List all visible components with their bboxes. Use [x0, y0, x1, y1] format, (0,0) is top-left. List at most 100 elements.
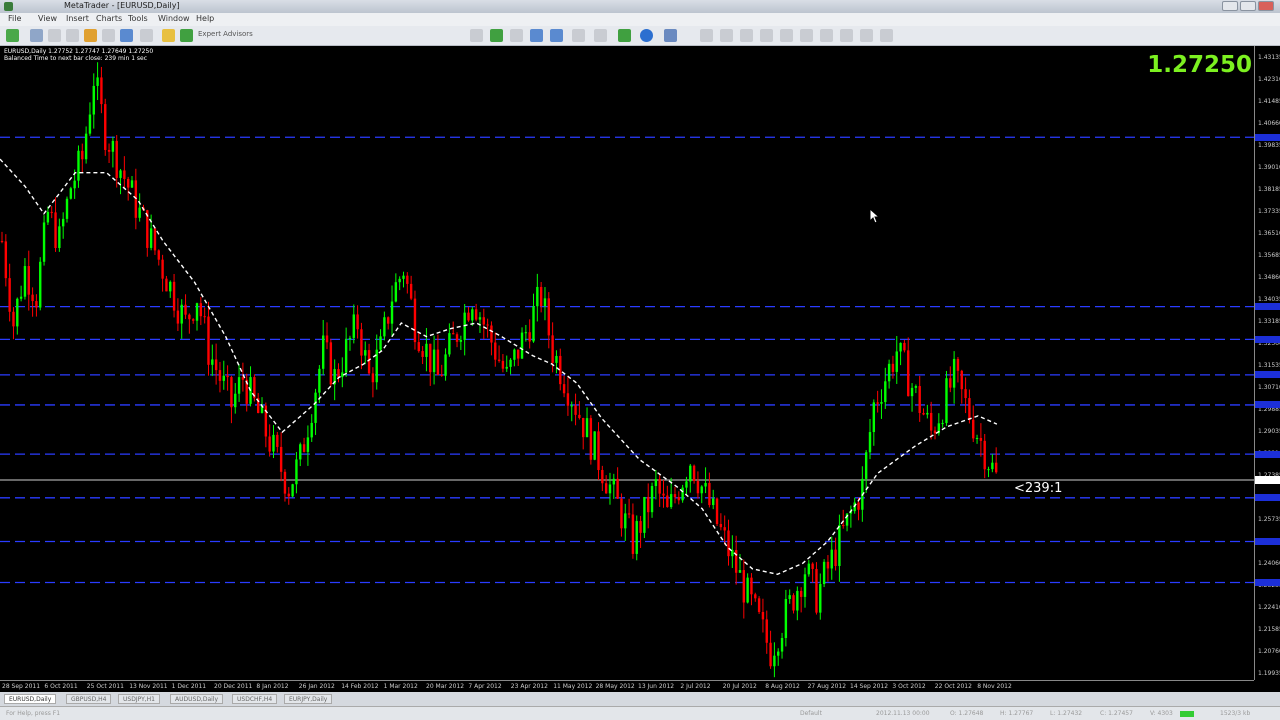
candle-body	[979, 437, 983, 441]
title-bar: MetaTrader - [EURUSD,Daily]	[0, 0, 1280, 13]
new-order-icon[interactable]	[140, 29, 153, 42]
time-scale[interactable]: 28 Sep 2011 6 Oct 2011 25 Oct 2011 13 Nov 2…	[0, 680, 1254, 692]
tab-eurusd-daily[interactable]: EURUSD,Daily	[4, 694, 57, 704]
crosshair-icon[interactable]	[720, 29, 733, 42]
time-label: 1 Mar 2012	[383, 683, 418, 690]
tab-eurjpy-daily[interactable]: EURJPY,Daily	[284, 694, 333, 704]
candle-body	[715, 498, 719, 524]
candle-body	[329, 342, 333, 385]
price-label: 1.41485	[1258, 98, 1280, 105]
menu-file[interactable]: File	[8, 14, 21, 23]
zoom-in-icon[interactable]	[530, 29, 543, 42]
candle-body	[402, 275, 405, 279]
new-chart-icon[interactable]	[6, 29, 19, 42]
level-price-tag	[1255, 538, 1280, 545]
cursor-tool-icon[interactable]	[700, 29, 713, 42]
candle-body	[398, 278, 401, 283]
menu-view[interactable]: View	[38, 14, 57, 23]
candle-body	[945, 378, 948, 424]
vertical-line-icon[interactable]	[740, 29, 753, 42]
navigator-icon[interactable]	[84, 29, 97, 42]
fibonacci-icon[interactable]	[820, 29, 833, 42]
tile-windows-icon[interactable]	[572, 29, 585, 42]
chart-shift-icon[interactable]	[594, 29, 607, 42]
menu-window[interactable]: Window	[158, 14, 190, 23]
candle-body	[513, 349, 516, 360]
horizontal-line-icon[interactable]	[760, 29, 773, 42]
market-watch-icon[interactable]	[48, 29, 61, 42]
text-tool-icon[interactable]	[840, 29, 853, 42]
expert-advisors-button[interactable]: Expert Advisors	[198, 30, 253, 38]
candle-body	[830, 549, 833, 569]
menu-tools[interactable]: Tools	[128, 14, 148, 23]
candle-body	[918, 386, 921, 413]
menu-insert[interactable]: Insert	[66, 14, 89, 23]
candle-body	[784, 599, 788, 638]
tab-gbpusd-h4[interactable]: GBPUSD,H4	[66, 694, 112, 704]
candle-body	[88, 114, 92, 134]
minimize-button[interactable]	[1222, 1, 1238, 11]
candle-body	[367, 350, 371, 374]
candle-body	[895, 351, 898, 372]
autotrading-icon[interactable]	[180, 29, 193, 42]
close-button[interactable]	[1258, 1, 1274, 11]
candle-body	[203, 316, 206, 318]
metaeditor-icon[interactable]	[162, 29, 175, 42]
candle-body	[807, 563, 811, 575]
candle-body	[27, 266, 30, 295]
bar-chart-icon[interactable]	[470, 29, 483, 42]
trendline-icon[interactable]	[780, 29, 793, 42]
candle-body	[780, 637, 784, 652]
label-tool-icon[interactable]	[860, 29, 873, 42]
candle-body	[77, 150, 80, 181]
current-price-tag	[1255, 476, 1280, 485]
arrows-tool-icon[interactable]	[880, 29, 893, 42]
menu-help[interactable]: Help	[196, 14, 214, 23]
terminal-icon[interactable]	[102, 29, 115, 42]
candle-body	[696, 481, 700, 494]
channel-icon[interactable]	[800, 29, 813, 42]
indicators-icon[interactable]	[618, 29, 631, 42]
status-open: O: 1.27648	[950, 710, 984, 717]
candle-body	[272, 434, 275, 452]
candle-body	[566, 393, 570, 406]
candle-body	[191, 319, 195, 321]
tester-icon[interactable]	[120, 29, 133, 42]
periods-icon[interactable]	[640, 29, 653, 42]
chart-canvas[interactable]	[0, 46, 1254, 680]
line-chart-icon[interactable]	[510, 29, 523, 42]
candle-body	[777, 651, 780, 656]
level-price-tag	[1255, 450, 1280, 458]
candle-body	[161, 259, 164, 279]
level-price-tag	[1255, 303, 1280, 311]
candle-body	[551, 335, 554, 363]
price-scale[interactable]: 1.43135 1.42310 1.41485 1.40660 1.39835 1.390…	[1254, 46, 1280, 680]
profiles-icon[interactable]	[30, 29, 43, 42]
time-label: 28 May 2012	[595, 683, 635, 690]
data-window-icon[interactable]	[66, 29, 79, 42]
candle-body	[666, 495, 669, 508]
candlestick-icon[interactable]	[490, 29, 503, 42]
candle-body	[302, 444, 306, 452]
candle-body	[620, 498, 623, 529]
maximize-button[interactable]	[1240, 1, 1256, 11]
templates-icon[interactable]	[664, 29, 677, 42]
candle-body	[46, 211, 50, 223]
candle-body	[54, 212, 57, 249]
tab-usdchf-h4[interactable]: USDCHF,H4	[232, 694, 278, 704]
connection-status-icon[interactable]	[1180, 711, 1194, 717]
candle-body	[650, 486, 654, 513]
candle-body	[364, 350, 367, 356]
menu-charts[interactable]: Charts	[96, 14, 122, 23]
time-label: 25 Oct 2011	[86, 683, 124, 690]
zoom-out-icon[interactable]	[550, 29, 563, 42]
candle-body	[926, 412, 929, 415]
price-label: 1.21585	[1258, 626, 1280, 633]
candle-body	[796, 590, 799, 611]
tab-usdjpy-h1[interactable]: USDJPY,H1	[118, 694, 160, 704]
candle-body	[96, 77, 99, 86]
tab-audusd-daily[interactable]: AUDUSD,Daily	[170, 694, 224, 704]
price-label: 1.39010	[1258, 164, 1280, 171]
time-label: 7 Apr 2012	[468, 683, 502, 690]
price-chart[interactable]	[0, 46, 1254, 680]
